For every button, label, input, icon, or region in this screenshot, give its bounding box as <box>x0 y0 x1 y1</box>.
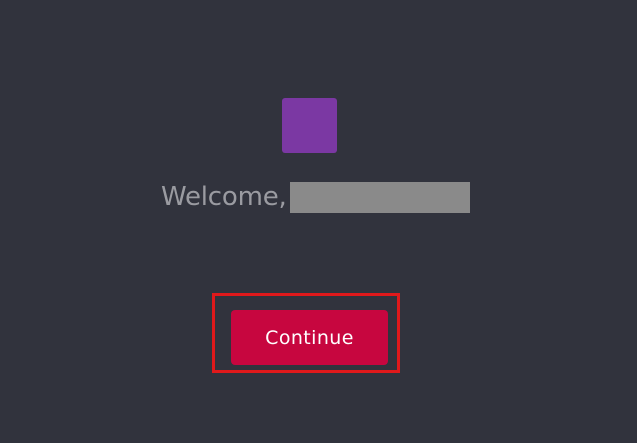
redacted-username <box>289 182 470 213</box>
continue-button[interactable]: Continue <box>231 310 388 365</box>
welcome-message: Welcome, <box>161 182 470 213</box>
welcome-greeting: Welcome, <box>161 182 287 212</box>
avatar <box>282 98 337 153</box>
